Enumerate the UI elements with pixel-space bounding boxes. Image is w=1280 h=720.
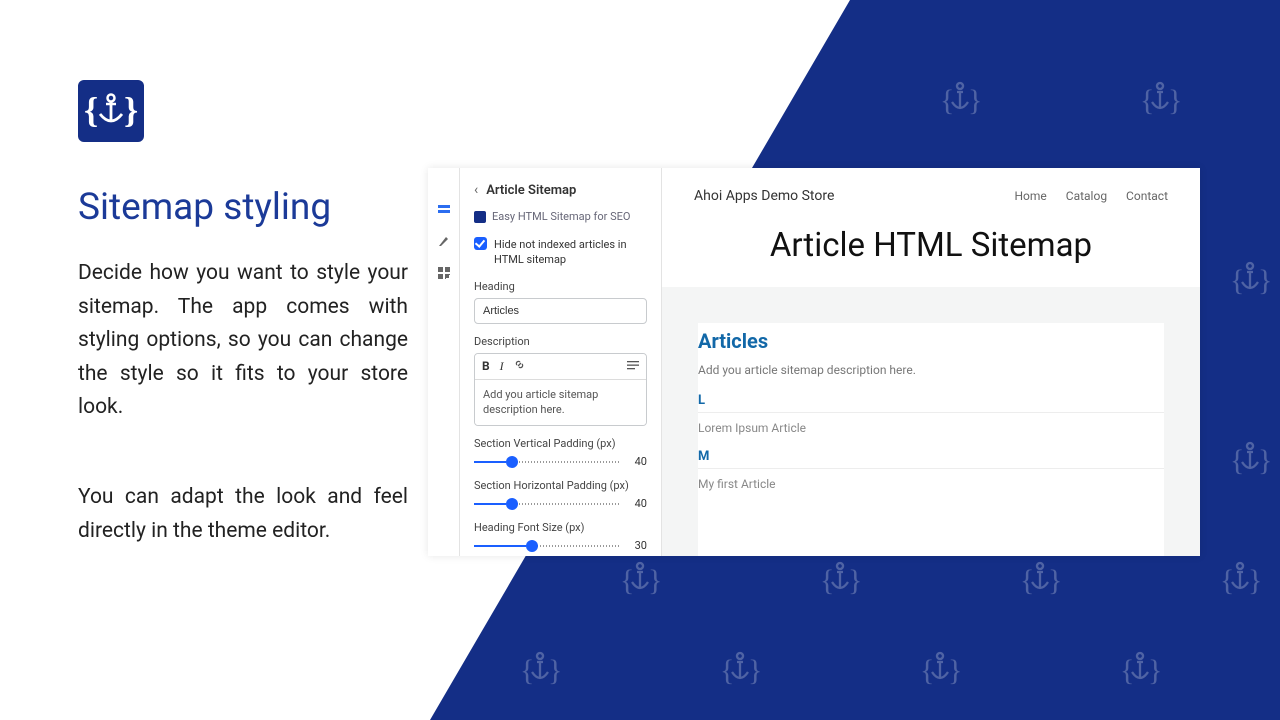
pattern-icon bbox=[1230, 440, 1270, 484]
heading-input[interactable] bbox=[474, 298, 647, 324]
store-header: Ahoi Apps Demo Store Home Catalog Contac… bbox=[662, 168, 1200, 220]
pattern-icon bbox=[620, 560, 660, 604]
pattern-icon bbox=[820, 560, 860, 604]
sections-icon[interactable] bbox=[437, 202, 451, 216]
italic-icon[interactable]: I bbox=[500, 359, 504, 374]
page-title: Sitemap styling bbox=[78, 186, 408, 229]
description-body[interactable]: Add you article sitemap description here… bbox=[475, 380, 646, 425]
sidebar-title: Article Sitemap bbox=[486, 183, 576, 198]
rte-more-icon[interactable] bbox=[627, 360, 639, 373]
hfs-value: 30 bbox=[625, 539, 647, 552]
articles-heading: Articles bbox=[698, 329, 1164, 353]
svp-slider[interactable]: 40 bbox=[474, 455, 647, 469]
app-icon bbox=[474, 211, 486, 223]
app-mockup: ‹ Article Sitemap Easy HTML Sitemap for … bbox=[428, 168, 1200, 556]
pattern-icon bbox=[920, 650, 960, 694]
checkbox-label: Hide not indexed articles in HTML sitema… bbox=[494, 237, 647, 268]
bold-icon[interactable]: B bbox=[482, 359, 490, 373]
pattern-icon bbox=[1120, 650, 1160, 694]
hfs-label: Heading Font Size (px) bbox=[474, 521, 647, 534]
settings-sidebar: ‹ Article Sitemap Easy HTML Sitemap for … bbox=[460, 168, 662, 556]
pattern-icon bbox=[940, 80, 980, 124]
nav-contact[interactable]: Contact bbox=[1126, 189, 1168, 203]
nav-home[interactable]: Home bbox=[1014, 189, 1046, 203]
divider bbox=[698, 412, 1164, 413]
article-link[interactable]: Lorem Ipsum Article bbox=[698, 421, 1164, 435]
preview-page-title: Article HTML Sitemap bbox=[662, 220, 1200, 287]
marketing-paragraph-2: You can adapt the look and feel directly… bbox=[78, 481, 408, 548]
theme-icon[interactable] bbox=[437, 234, 451, 248]
app-name-label: Easy HTML Sitemap for SEO bbox=[492, 210, 630, 223]
editor-icon-strip bbox=[428, 168, 460, 556]
article-link[interactable]: My first Article bbox=[698, 477, 1164, 491]
group-letter: M bbox=[698, 449, 1164, 464]
apps-icon[interactable] bbox=[437, 266, 451, 280]
hide-not-indexed-checkbox[interactable]: Hide not indexed articles in HTML sitema… bbox=[474, 237, 647, 268]
checkbox-icon bbox=[474, 237, 487, 250]
app-row[interactable]: Easy HTML Sitemap for SEO bbox=[474, 210, 647, 223]
store-name: Ahoi Apps Demo Store bbox=[694, 188, 834, 204]
shp-value: 40 bbox=[625, 497, 647, 510]
svg-text:{: { bbox=[84, 90, 98, 130]
pattern-icon bbox=[1020, 560, 1060, 604]
nav-catalog[interactable]: Catalog bbox=[1066, 189, 1107, 203]
shp-label: Section Horizontal Padding (px) bbox=[474, 479, 647, 492]
app-logo: { } bbox=[78, 80, 144, 142]
pattern-icon bbox=[1220, 560, 1260, 604]
pattern-icon bbox=[1140, 80, 1180, 124]
divider bbox=[698, 468, 1164, 469]
shp-slider[interactable]: 40 bbox=[474, 497, 647, 511]
svp-label: Section Vertical Padding (px) bbox=[474, 437, 647, 450]
heading-label: Heading bbox=[474, 280, 647, 293]
articles-description: Add you article sitemap description here… bbox=[698, 363, 1164, 377]
group-letter: L bbox=[698, 393, 1164, 408]
svp-value: 40 bbox=[625, 455, 647, 468]
marketing-paragraph-1: Decide how you want to style your sitema… bbox=[78, 257, 408, 425]
description-editor[interactable]: B I Add you article sitemap description … bbox=[474, 353, 647, 426]
pattern-icon bbox=[520, 650, 560, 694]
pattern-icon bbox=[720, 650, 760, 694]
back-chevron-icon[interactable]: ‹ bbox=[474, 182, 478, 198]
link-icon[interactable] bbox=[514, 359, 525, 373]
pattern-icon bbox=[1230, 260, 1270, 304]
description-label: Description bbox=[474, 335, 647, 348]
hfs-slider[interactable]: 30 bbox=[474, 539, 647, 553]
live-preview: Ahoi Apps Demo Store Home Catalog Contac… bbox=[662, 168, 1200, 556]
svg-text:}: } bbox=[124, 90, 138, 130]
